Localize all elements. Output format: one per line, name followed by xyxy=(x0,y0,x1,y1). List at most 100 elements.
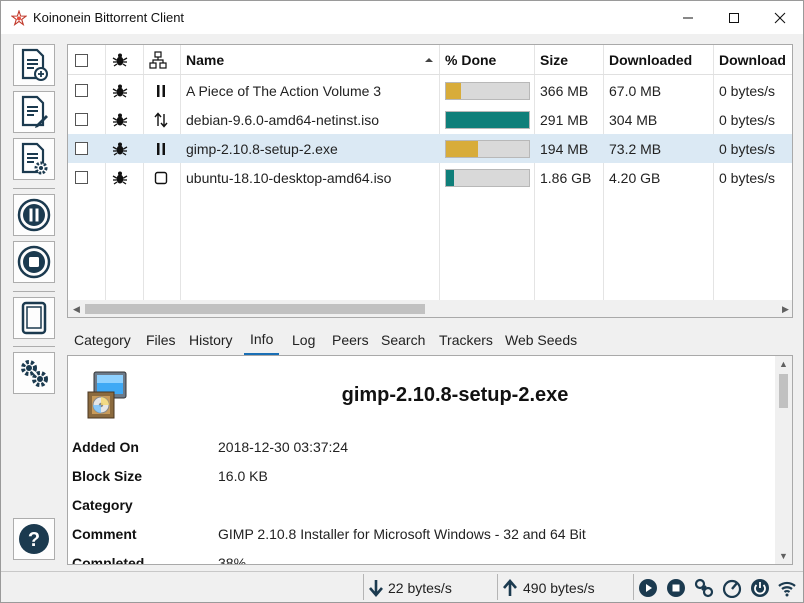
tab-log[interactable]: Log xyxy=(292,325,315,355)
document-edit-icon xyxy=(21,95,48,128)
bug-column-header[interactable] xyxy=(112,45,136,75)
bug-icon xyxy=(112,76,136,105)
maximize-icon xyxy=(729,12,739,23)
speed-icon[interactable] xyxy=(721,577,743,599)
progress-cell xyxy=(445,105,533,134)
done-column-label: % Done xyxy=(445,52,497,68)
state-column-header[interactable] xyxy=(149,45,173,75)
maximize-button[interactable] xyxy=(711,1,757,34)
minimize-button[interactable] xyxy=(665,1,711,34)
stop-button[interactable] xyxy=(13,241,55,283)
info-title: gimp-2.10.8-setup-2.exe xyxy=(341,384,569,406)
document-add-icon xyxy=(21,48,48,81)
downloaded-column-header[interactable]: Downloaded xyxy=(609,45,711,75)
power-icon[interactable] xyxy=(749,577,771,599)
toolbar-divider xyxy=(13,346,55,347)
progress-bar xyxy=(445,110,530,129)
bug-icon xyxy=(112,105,136,134)
torrent-settings-button[interactable] xyxy=(13,138,55,180)
tab-peers[interactable]: Peers xyxy=(332,325,369,355)
tab-files[interactable]: Files xyxy=(146,325,176,355)
added-on-label: Added On xyxy=(72,439,139,455)
torrent-name: A Piece of The Action Volume 3 xyxy=(186,82,382,99)
row-select-cell[interactable] xyxy=(75,163,99,192)
table-row[interactable]: gimp-2.10.8-setup-2.exe 194 MB 73.2 MB 0 by… xyxy=(68,134,792,163)
progress-fill xyxy=(446,140,478,157)
name-column-label: Name xyxy=(186,52,225,68)
stop-circle-icon[interactable] xyxy=(665,577,687,599)
edit-torrent-button[interactable] xyxy=(13,91,55,133)
upload-arrow-icon xyxy=(499,577,521,599)
table-row[interactable]: ubuntu-18.10-desktop-amd64.iso 1.86 GB 4.2… xyxy=(68,163,792,192)
close-button[interactable] xyxy=(757,1,803,34)
vertical-scrollbar[interactable]: ▲ ▼ xyxy=(775,356,792,564)
link-icon[interactable] xyxy=(693,577,715,599)
row-select-cell[interactable] xyxy=(75,105,99,134)
installer-icon xyxy=(80,370,130,423)
progress-fill xyxy=(446,82,461,99)
gears-icon xyxy=(21,360,48,387)
help-button[interactable]: ? xyxy=(13,518,55,560)
table-row[interactable]: debian-9.6.0-amd64-netinst.iso 291 MB 304 … xyxy=(68,105,792,134)
tab-info[interactable]: Info xyxy=(244,325,280,355)
app-window: Koinonein Bittorrent Client ? Name % Don… xyxy=(0,0,804,603)
row-checkbox[interactable] xyxy=(75,84,88,97)
scroll-up-arrow-icon[interactable]: ▲ xyxy=(775,356,792,372)
network-icon xyxy=(149,51,167,69)
torrent-grid: Name % Done Size Downloaded Download A P… xyxy=(68,45,792,300)
toolbar-divider xyxy=(13,188,55,189)
comment-label: Comment xyxy=(72,526,137,542)
sort-ascending-icon xyxy=(425,58,433,62)
scroll-down-arrow-icon[interactable]: ▼ xyxy=(775,548,792,564)
help-circle-icon: ? xyxy=(19,524,49,554)
size-column-header[interactable]: Size xyxy=(540,45,602,75)
svg-text:?: ? xyxy=(28,529,40,551)
scrollbar-thumb[interactable] xyxy=(779,374,788,408)
row-checkbox[interactable] xyxy=(75,113,88,126)
tab-web-seeds[interactable]: Web Seeds xyxy=(505,325,577,355)
horizontal-scrollbar[interactable]: ◀ ▶ xyxy=(68,300,792,317)
torrent-downloaded: 4.20 GB xyxy=(609,169,661,186)
pause-button[interactable] xyxy=(13,194,55,236)
stopped-square-icon xyxy=(154,163,174,192)
tab-category[interactable]: Category xyxy=(74,325,131,355)
name-column-header[interactable]: Name xyxy=(186,45,436,75)
torrent-name: gimp-2.10.8-setup-2.exe xyxy=(186,140,338,157)
table-header: Name % Done Size Downloaded Download xyxy=(68,45,792,75)
scroll-right-arrow-icon[interactable]: ▶ xyxy=(777,300,792,317)
select-all-checkbox[interactable] xyxy=(75,53,88,67)
torrent-download-rate: 0 bytes/s xyxy=(719,82,776,99)
table-row[interactable]: A Piece of The Action Volume 3 366 MB 67.0… xyxy=(68,76,792,105)
progress-fill xyxy=(446,169,455,186)
add-torrent-button[interactable] xyxy=(13,44,55,86)
device-button[interactable] xyxy=(13,297,55,339)
wifi-icon[interactable] xyxy=(776,577,798,599)
added-on-value: 2018-12-30 03:37:24 xyxy=(218,439,348,455)
upload-rate: 490 bytes/s xyxy=(523,579,595,596)
download-rate: 22 bytes/s xyxy=(388,579,452,596)
select-all-header[interactable] xyxy=(75,45,99,75)
transfer-arrows-icon xyxy=(154,105,174,134)
scroll-left-arrow-icon[interactable]: ◀ xyxy=(68,300,85,317)
scrollbar-thumb[interactable] xyxy=(85,304,425,314)
download-rate-column-header[interactable]: Download xyxy=(719,45,792,75)
row-select-cell[interactable] xyxy=(75,134,99,163)
tab-search[interactable]: Search xyxy=(381,325,425,355)
tab-trackers[interactable]: Trackers xyxy=(439,325,493,355)
settings-button[interactable] xyxy=(13,352,55,394)
status-divider xyxy=(633,574,634,600)
torrent-download-rate: 0 bytes/s xyxy=(719,169,776,186)
play-circle-icon[interactable] xyxy=(637,577,659,599)
document-gear-icon xyxy=(21,142,48,175)
tab-history[interactable]: History xyxy=(189,325,233,355)
row-select-cell[interactable] xyxy=(75,76,99,105)
bug-icon xyxy=(112,134,136,163)
torrent-downloaded: 304 MB xyxy=(609,111,658,128)
progress-cell xyxy=(445,76,533,105)
info-panel: gimp-2.10.8-setup-2.exe Added On 2018-12… xyxy=(67,355,793,565)
row-checkbox[interactable] xyxy=(75,142,88,155)
left-toolbar: ? xyxy=(1,34,65,571)
done-column-header[interactable]: % Done xyxy=(445,45,533,75)
torrent-name: ubuntu-18.10-desktop-amd64.iso xyxy=(186,169,392,186)
row-checkbox[interactable] xyxy=(75,171,88,184)
